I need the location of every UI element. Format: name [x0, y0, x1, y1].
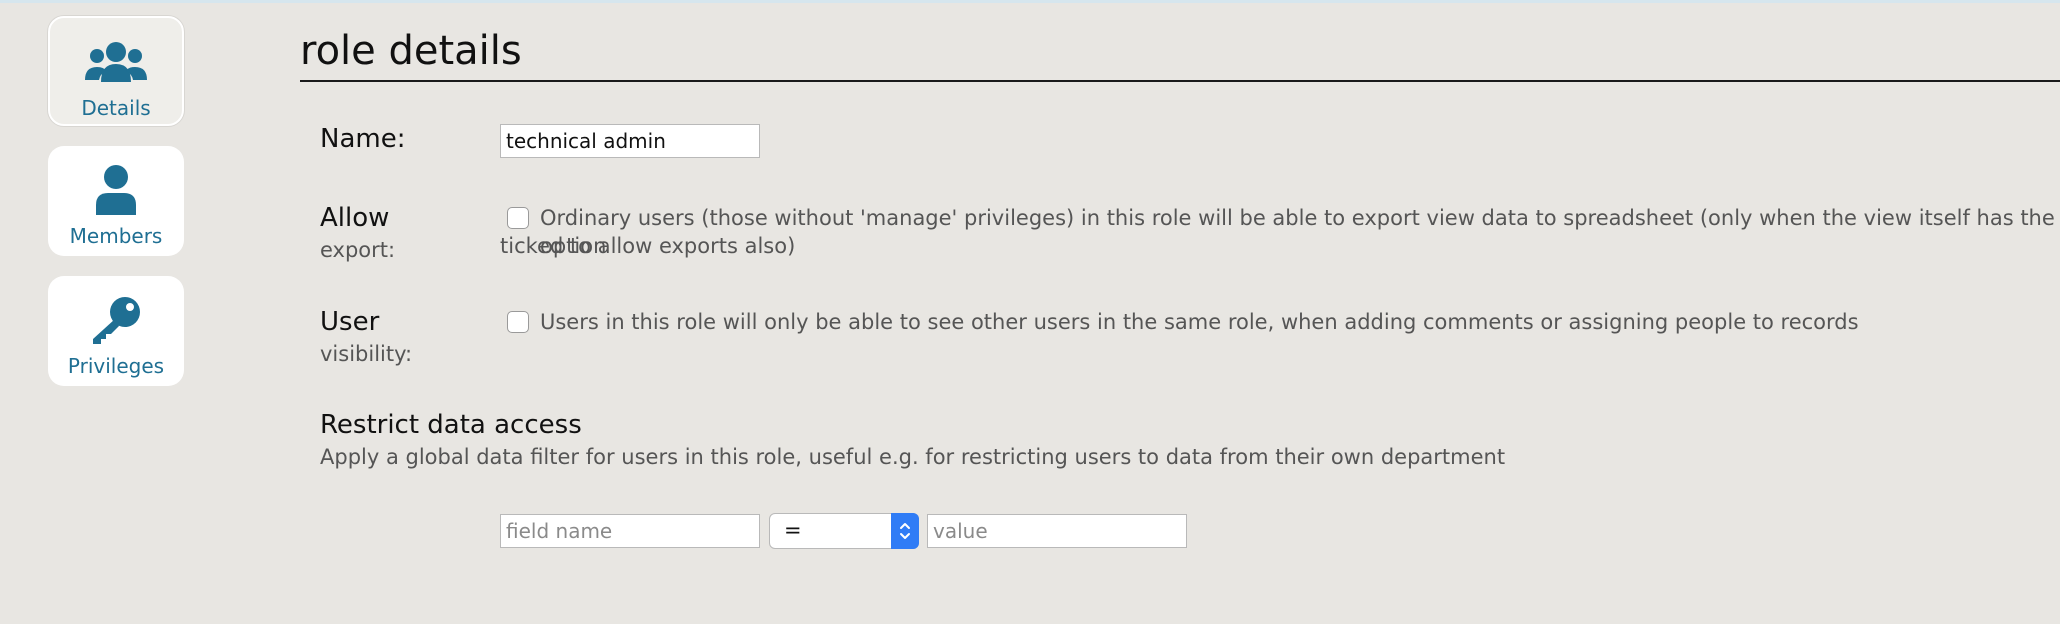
user-visibility-description: Users in this role will only be able to … — [540, 310, 1859, 334]
restrict-data-description: Apply a global data filter for users in … — [320, 445, 1506, 469]
sidebar-item-members[interactable]: Members — [48, 146, 184, 256]
allow-export-sublabel: export: — [320, 238, 396, 262]
sidebar-item-privileges[interactable]: Privileges — [48, 276, 184, 386]
name-input[interactable] — [500, 124, 760, 158]
page-title: role details — [300, 28, 522, 74]
filter-value-input[interactable] — [927, 514, 1187, 548]
sidebar-item-label: Privileges — [67, 354, 165, 378]
sidebar-item-label: Members — [69, 224, 163, 248]
allow-export-checkbox[interactable] — [507, 207, 529, 229]
sidebar-item-details[interactable]: Details — [48, 16, 184, 126]
users-group-icon — [50, 36, 182, 88]
user-visibility-checkbox[interactable] — [507, 311, 529, 333]
role-details-page: Details Members Privileges role details … — [0, 0, 2060, 624]
filter-field-name-input[interactable] — [500, 514, 760, 548]
filter-operator-value: = — [784, 518, 802, 542]
key-icon — [48, 294, 184, 346]
restrict-data-title: Restrict data access — [320, 410, 582, 440]
user-visibility-label: User — [320, 307, 380, 337]
user-visibility-sublabel: visibility: — [320, 342, 413, 366]
allow-export-label: Allow — [320, 203, 390, 233]
allow-export-description-line2: ticked to allow exports also) — [500, 234, 796, 258]
filter-operator-select[interactable]: = — [769, 513, 919, 549]
chevron-up-down-icon — [891, 513, 919, 549]
top-border — [0, 0, 2060, 3]
user-icon — [48, 164, 184, 216]
sidebar-item-label: Details — [81, 96, 151, 120]
title-divider — [300, 80, 2060, 82]
name-label: Name: — [320, 124, 406, 154]
